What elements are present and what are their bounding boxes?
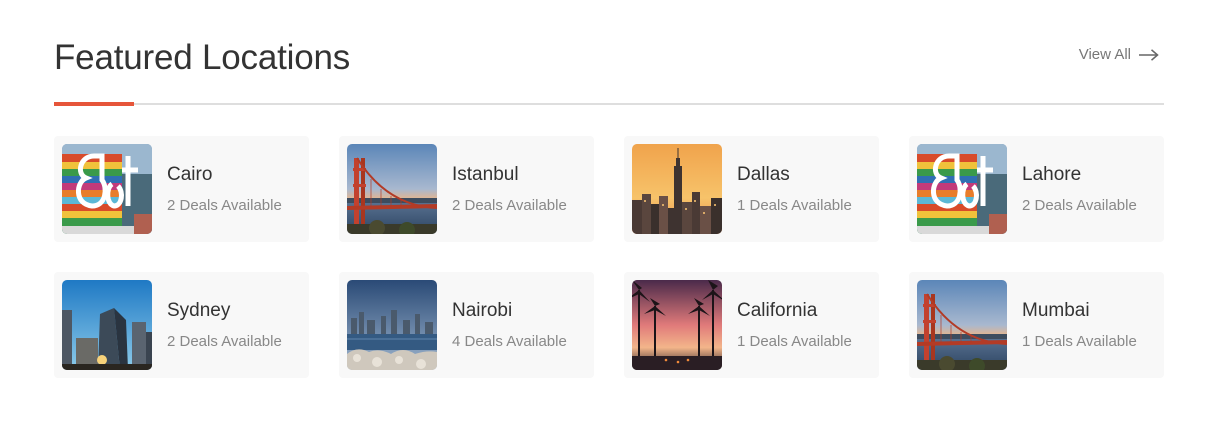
location-image <box>632 144 722 234</box>
title-divider-accent <box>54 102 134 106</box>
location-card-mumbai[interactable]: Mumbai 1 Deals Available <box>909 272 1164 378</box>
arrow-right-icon <box>1139 48 1159 61</box>
section-title: Featured Locations <box>54 38 351 77</box>
deals-count: 2 Deals Available <box>452 196 567 214</box>
featured-locations-section: Featured Locations View All Cairo 2 Deal… <box>54 0 1164 434</box>
view-all-link[interactable]: View All <box>1079 46 1159 63</box>
location-card-nairobi[interactable]: Nairobi 4 Deals Available <box>339 272 594 378</box>
location-name: Lahore <box>1022 163 1082 185</box>
location-name: California <box>737 299 818 321</box>
location-image <box>347 280 437 370</box>
location-name: Nairobi <box>452 299 513 321</box>
deals-count: 2 Deals Available <box>1022 196 1137 214</box>
location-card-sydney[interactable]: Sydney 2 Deals Available <box>54 272 309 378</box>
location-name: Dallas <box>737 163 790 185</box>
deals-count: 1 Deals Available <box>1022 332 1137 350</box>
location-card-istanbul[interactable]: Istanbul 2 Deals Available <box>339 136 594 242</box>
location-card-lahore[interactable]: Lahore 2 Deals Available <box>909 136 1164 242</box>
deals-count: 2 Deals Available <box>167 196 282 214</box>
location-card-dallas[interactable]: Dallas 1 Deals Available <box>624 136 879 242</box>
location-image <box>347 144 437 234</box>
location-image <box>917 144 1007 234</box>
location-name: Istanbul <box>452 163 519 185</box>
location-name: Cairo <box>167 163 213 185</box>
deals-count: 1 Deals Available <box>737 196 852 214</box>
location-image <box>62 144 152 234</box>
location-name: Sydney <box>167 299 231 321</box>
location-card-california[interactable]: California 1 Deals Available <box>624 272 879 378</box>
location-image <box>917 280 1007 370</box>
deals-count: 2 Deals Available <box>167 332 282 350</box>
location-card-cairo[interactable]: Cairo 2 Deals Available <box>54 136 309 242</box>
location-image <box>632 280 722 370</box>
location-name: Mumbai <box>1022 299 1090 321</box>
location-image <box>62 280 152 370</box>
deals-count: 4 Deals Available <box>452 332 567 350</box>
deals-count: 1 Deals Available <box>737 332 852 350</box>
locations-grid: Cairo 2 Deals Available Istanbul 2 Deals… <box>54 136 1164 378</box>
title-divider <box>54 102 1164 106</box>
view-all-label: View All <box>1078 46 1131 63</box>
